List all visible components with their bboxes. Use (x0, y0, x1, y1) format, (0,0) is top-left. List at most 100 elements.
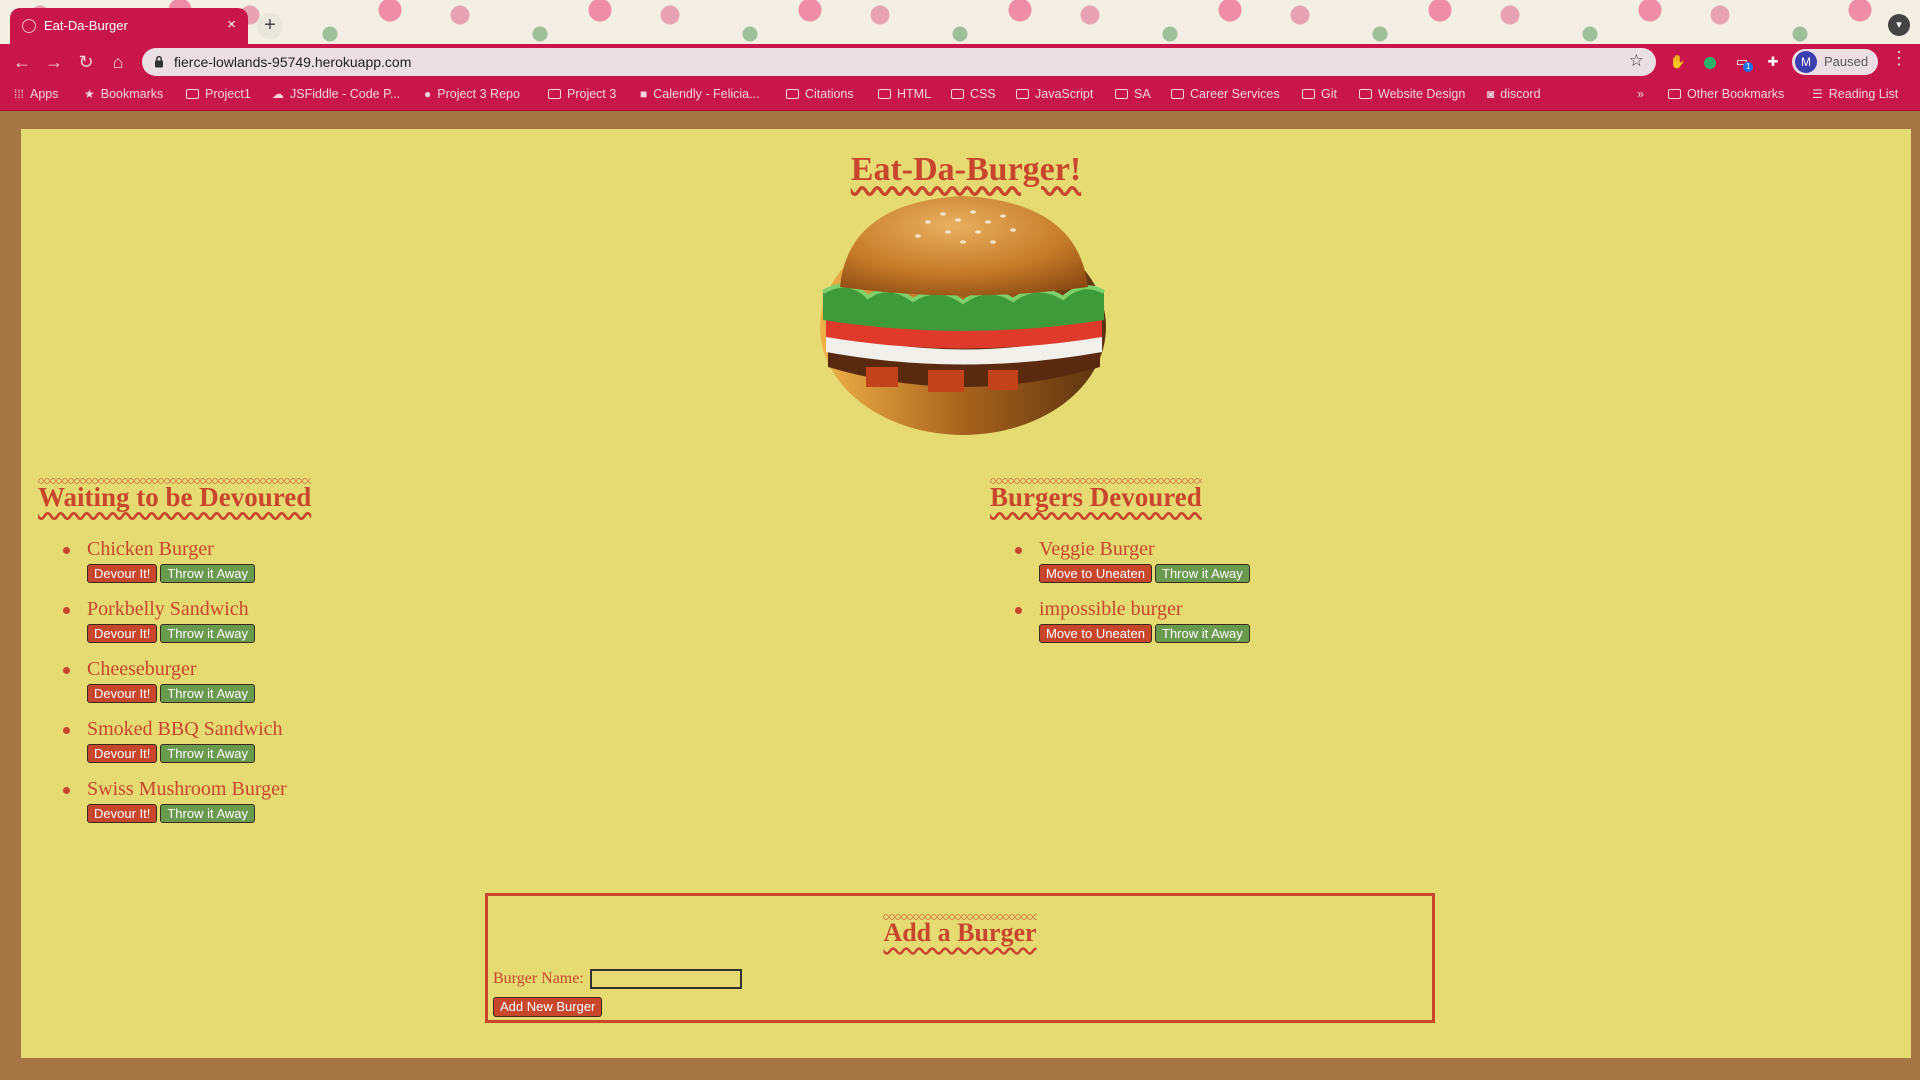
list-item: Smoked BBQ Sandwich Devour It! Throw it A… (63, 718, 287, 778)
move-to-uneaten-button[interactable]: Move to Uneaten (1039, 564, 1153, 583)
throw-away-button[interactable]: Throw it Away (160, 804, 256, 823)
throw-away-button[interactable]: Throw it Away (1155, 564, 1250, 583)
menu-dots-icon[interactable]: ⋮ (1890, 48, 1908, 69)
page-title: Eat-Da-Burger! (850, 151, 1082, 188)
burger-name: Chicken Burger (87, 538, 214, 560)
throw-away-button[interactable]: Throw it Away (160, 564, 256, 583)
extension-badge: 1 (1743, 62, 1754, 72)
bookmarks-overflow-icon[interactable]: » (1637, 87, 1644, 101)
list-item: Veggie Burger Move to Uneaten Throw it Aw… (1015, 538, 1253, 598)
add-new-burger-button[interactable]: Add New Burger (493, 997, 603, 1017)
puzzle-extensions-icon[interactable]: ✚ (1763, 52, 1783, 72)
bookmark-javascript[interactable]: JavaScript (1016, 87, 1093, 101)
folder-icon (1359, 89, 1372, 99)
back-icon[interactable]: ← (8, 48, 36, 76)
bookmark-discord[interactable]: ◙ discord (1487, 87, 1541, 101)
burger-name: Smoked BBQ Sandwich (87, 718, 283, 740)
devour-button[interactable]: Devour It! (87, 804, 158, 823)
window-titlebar: Eat-Da-Burger × + ▾ (0, 0, 1920, 44)
devour-button[interactable]: Devour It! (87, 684, 158, 703)
folder-icon (1115, 89, 1128, 99)
github-icon: ● (424, 87, 432, 101)
bookmark-project1[interactable]: Project1 (186, 87, 251, 101)
tab-search-icon[interactable]: ▾ (1888, 14, 1910, 36)
cloud-icon: ☁ (272, 87, 284, 101)
bookmark-html[interactable]: HTML (878, 87, 931, 101)
profile-button[interactable]: M Paused (1792, 49, 1878, 75)
grid-icon: ⁞⁞⁞ (14, 87, 25, 101)
avatar: M (1795, 51, 1817, 73)
bookmark-project3[interactable]: Project 3 (548, 87, 616, 101)
list-item: Cheeseburger Devour It! Throw it Away (63, 658, 287, 718)
bookmark-git[interactable]: Git (1302, 87, 1337, 101)
move-to-uneaten-button[interactable]: Move to Uneaten (1039, 624, 1153, 643)
throw-away-button[interactable]: Throw it Away (1155, 624, 1250, 643)
burger-name-label: Burger Name: (493, 970, 584, 987)
throw-away-button[interactable]: Throw it Away (160, 624, 256, 643)
discord-icon: ◙ (1487, 87, 1495, 101)
hand-extension-icon[interactable]: ✋ (1668, 52, 1688, 72)
bookmark-website-design[interactable]: Website Design (1359, 87, 1465, 101)
throw-away-button[interactable]: Throw it Away (160, 684, 256, 703)
tab-title: Eat-Da-Burger (44, 18, 128, 33)
folder-icon (951, 89, 964, 99)
burger-name: Porkbelly Sandwich (87, 598, 249, 620)
folder-icon (1302, 89, 1315, 99)
bookmark-project3-repo[interactable]: ● Project 3 Repo (424, 87, 520, 101)
reading-list[interactable]: ☰ Reading List (1812, 87, 1898, 101)
tab-close-icon[interactable]: × (227, 16, 236, 33)
add-burger-form: Add a Burger Burger Name: Add New Burger (485, 893, 1435, 1023)
home-icon[interactable]: ⌂ (104, 48, 132, 76)
profile-status: Paused (1824, 54, 1869, 69)
burger-name: impossible burger (1039, 598, 1183, 620)
url-text: fierce-lowlands-95749.herokuapp.com (174, 54, 412, 70)
star-icon: ★ (84, 87, 95, 101)
bookmark-apps[interactable]: ⁞⁞⁞ Apps (14, 87, 59, 101)
new-tab-button[interactable]: + (257, 13, 283, 39)
devour-button[interactable]: Devour It! (87, 624, 158, 643)
bookmarks-bar: ⁞⁞⁞ Apps ★ Bookmarks Project1 ☁ JSFiddle - … (0, 80, 1920, 111)
screen-cast-extension-icon[interactable]: ▭ 1 (1732, 52, 1754, 72)
grammarly-extension-icon[interactable] (1700, 52, 1720, 72)
browser-toolbar: ← → ↻ ⌂ fierce-lowlands-95749.herokuapp.… (0, 44, 1920, 80)
devour-button[interactable]: Devour It! (87, 744, 158, 763)
bookmark-career-services[interactable]: Career Services (1171, 87, 1280, 101)
folder-icon (878, 89, 891, 99)
calendly-icon: ■ (640, 87, 648, 101)
throw-away-button[interactable]: Throw it Away (160, 744, 256, 763)
forward-icon[interactable]: → (40, 48, 68, 76)
reload-icon[interactable]: ↻ (72, 48, 100, 76)
bookmark-css[interactable]: CSS (951, 87, 996, 101)
list-item: impossible burger Move to Uneaten Throw i… (1015, 598, 1253, 658)
devoured-list: Veggie Burger Move to Uneaten Throw it Aw… (1015, 538, 1253, 658)
page-frame: Eat-Da-Burger! Waiting to be Devoured Ch… (0, 111, 1920, 1080)
bookmark-citations[interactable]: Citations (786, 87, 854, 101)
address-bar[interactable]: fierce-lowlands-95749.herokuapp.com ☆ (142, 48, 1656, 76)
waiting-list: Chicken Burger Devour It! Throw it Away P… (63, 538, 287, 838)
bookmark-jsfiddle[interactable]: ☁ JSFiddle - Code P... (272, 87, 400, 101)
devour-button[interactable]: Devour It! (87, 564, 158, 583)
browser-tab[interactable]: Eat-Da-Burger × (10, 8, 248, 44)
folder-icon (1171, 89, 1184, 99)
reading-list-icon: ☰ (1812, 87, 1823, 101)
add-burger-title: Add a Burger (883, 914, 1037, 947)
list-item: Chicken Burger Devour It! Throw it Away (63, 538, 287, 598)
list-item: Porkbelly Sandwich Devour It! Throw it Aw… (63, 598, 287, 658)
bookmark-other-bookmarks[interactable]: Other Bookmarks (1668, 87, 1784, 101)
folder-icon (186, 89, 199, 99)
waiting-title: Waiting to be Devoured (38, 478, 312, 512)
globe-icon (22, 19, 36, 33)
burger-name: Veggie Burger (1039, 538, 1155, 560)
bookmark-bookmarks[interactable]: ★ Bookmarks (84, 87, 163, 101)
folder-icon (786, 89, 799, 99)
burger-name: Cheeseburger (87, 658, 197, 680)
lock-icon (155, 55, 163, 68)
bookmark-calendly[interactable]: ■ Calendly - Felicia... (640, 87, 760, 101)
bookmark-star-icon[interactable]: ☆ (1629, 51, 1644, 71)
content-panel: Eat-Da-Burger! Waiting to be Devoured Ch… (21, 129, 1911, 1058)
bookmark-sa[interactable]: SA (1115, 87, 1151, 101)
burger-image (820, 196, 1106, 435)
folder-icon (1668, 89, 1681, 99)
burger-name-input[interactable] (590, 969, 742, 989)
list-item: Swiss Mushroom Burger Devour It! Throw it… (63, 778, 287, 838)
